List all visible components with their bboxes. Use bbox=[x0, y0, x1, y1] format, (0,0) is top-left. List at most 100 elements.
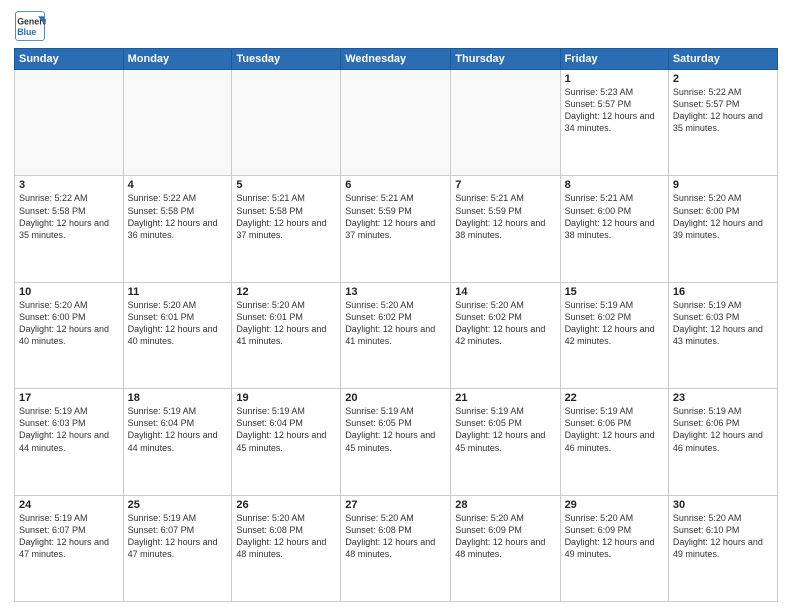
day-info: Sunrise: 5:19 AM Sunset: 6:06 PM Dayligh… bbox=[565, 405, 664, 454]
day-cell: 21Sunrise: 5:19 AM Sunset: 6:05 PM Dayli… bbox=[451, 389, 560, 495]
week-row-3: 10Sunrise: 5:20 AM Sunset: 6:00 PM Dayli… bbox=[15, 282, 778, 388]
day-cell: 27Sunrise: 5:20 AM Sunset: 6:08 PM Dayli… bbox=[341, 495, 451, 601]
day-number: 5 bbox=[236, 179, 336, 191]
weekday-header-wednesday: Wednesday bbox=[341, 49, 451, 70]
day-cell: 18Sunrise: 5:19 AM Sunset: 6:04 PM Dayli… bbox=[123, 389, 232, 495]
svg-text:Blue: Blue bbox=[17, 27, 36, 37]
day-number: 15 bbox=[565, 286, 664, 298]
logo-icon: General Blue bbox=[14, 10, 46, 42]
day-info: Sunrise: 5:22 AM Sunset: 5:58 PM Dayligh… bbox=[128, 192, 228, 241]
day-cell: 24Sunrise: 5:19 AM Sunset: 6:07 PM Dayli… bbox=[15, 495, 124, 601]
day-cell: 26Sunrise: 5:20 AM Sunset: 6:08 PM Dayli… bbox=[232, 495, 341, 601]
day-info: Sunrise: 5:20 AM Sunset: 6:10 PM Dayligh… bbox=[673, 512, 773, 561]
day-number: 14 bbox=[455, 286, 555, 298]
day-cell: 15Sunrise: 5:19 AM Sunset: 6:02 PM Dayli… bbox=[560, 282, 668, 388]
day-number: 18 bbox=[128, 392, 228, 404]
day-number: 13 bbox=[345, 286, 446, 298]
day-cell: 5Sunrise: 5:21 AM Sunset: 5:58 PM Daylig… bbox=[232, 176, 341, 282]
day-cell: 9Sunrise: 5:20 AM Sunset: 6:00 PM Daylig… bbox=[668, 176, 777, 282]
day-number: 29 bbox=[565, 499, 664, 511]
weekday-header-tuesday: Tuesday bbox=[232, 49, 341, 70]
weekday-header-thursday: Thursday bbox=[451, 49, 560, 70]
day-number: 8 bbox=[565, 179, 664, 191]
day-cell: 23Sunrise: 5:19 AM Sunset: 6:06 PM Dayli… bbox=[668, 389, 777, 495]
day-info: Sunrise: 5:19 AM Sunset: 6:03 PM Dayligh… bbox=[19, 405, 119, 454]
day-cell: 30Sunrise: 5:20 AM Sunset: 6:10 PM Dayli… bbox=[668, 495, 777, 601]
day-number: 2 bbox=[673, 73, 773, 85]
day-cell: 3Sunrise: 5:22 AM Sunset: 5:58 PM Daylig… bbox=[15, 176, 124, 282]
week-row-1: 1Sunrise: 5:23 AM Sunset: 5:57 PM Daylig… bbox=[15, 70, 778, 176]
day-cell bbox=[341, 70, 451, 176]
calendar-table: SundayMondayTuesdayWednesdayThursdayFrid… bbox=[14, 48, 778, 602]
day-info: Sunrise: 5:23 AM Sunset: 5:57 PM Dayligh… bbox=[565, 86, 664, 135]
day-number: 20 bbox=[345, 392, 446, 404]
day-number: 19 bbox=[236, 392, 336, 404]
day-cell: 20Sunrise: 5:19 AM Sunset: 6:05 PM Dayli… bbox=[341, 389, 451, 495]
day-info: Sunrise: 5:19 AM Sunset: 6:05 PM Dayligh… bbox=[345, 405, 446, 454]
day-info: Sunrise: 5:19 AM Sunset: 6:07 PM Dayligh… bbox=[128, 512, 228, 561]
day-number: 30 bbox=[673, 499, 773, 511]
day-cell: 11Sunrise: 5:20 AM Sunset: 6:01 PM Dayli… bbox=[123, 282, 232, 388]
day-cell: 14Sunrise: 5:20 AM Sunset: 6:02 PM Dayli… bbox=[451, 282, 560, 388]
day-info: Sunrise: 5:20 AM Sunset: 6:02 PM Dayligh… bbox=[455, 299, 555, 348]
day-info: Sunrise: 5:22 AM Sunset: 5:57 PM Dayligh… bbox=[673, 86, 773, 135]
day-cell: 10Sunrise: 5:20 AM Sunset: 6:00 PM Dayli… bbox=[15, 282, 124, 388]
day-number: 6 bbox=[345, 179, 446, 191]
week-row-5: 24 Sunrise: 5:19 AM Sunset: 6:07 PM Dayli… bbox=[15, 495, 778, 601]
day-info: Sunrise: 5:19 AM Sunset: 6:06 PM Dayligh… bbox=[673, 405, 773, 454]
weekday-header-friday: Friday bbox=[560, 49, 668, 70]
day-number: 28 bbox=[455, 499, 555, 511]
weekday-header-monday: Monday bbox=[123, 49, 232, 70]
day-cell: 28Sunrise: 5:20 AM Sunset: 6:09 PM Dayli… bbox=[451, 495, 560, 601]
day-cell: 12Sunrise: 5:20 AM Sunset: 6:01 PM Dayli… bbox=[232, 282, 341, 388]
day-number: 1 bbox=[565, 73, 664, 85]
day-cell bbox=[123, 70, 232, 176]
day-number: 24 bbox=[19, 499, 119, 511]
day-number: 11 bbox=[128, 286, 228, 298]
weekday-header-sunday: Sunday bbox=[15, 49, 124, 70]
day-number: 9 bbox=[673, 179, 773, 191]
day-cell: 4Sunrise: 5:22 AM Sunset: 5:58 PM Daylig… bbox=[123, 176, 232, 282]
day-info: Sunrise: 5:19 AM Sunset: 6:03 PM Dayligh… bbox=[673, 299, 773, 348]
day-number: 26 bbox=[236, 499, 336, 511]
day-cell: 6Sunrise: 5:21 AM Sunset: 5:59 PM Daylig… bbox=[341, 176, 451, 282]
page: General Blue SundayMondayTuesdayWednesda… bbox=[0, 0, 792, 612]
day-number: 22 bbox=[565, 392, 664, 404]
day-info: Sunrise: 5:20 AM Sunset: 6:00 PM Dayligh… bbox=[673, 192, 773, 241]
day-info: Sunrise: 5:19 AM Sunset: 6:02 PM Dayligh… bbox=[565, 299, 664, 348]
day-cell: 7Sunrise: 5:21 AM Sunset: 5:59 PM Daylig… bbox=[451, 176, 560, 282]
day-cell bbox=[15, 70, 124, 176]
day-info: Sunrise: 5:19 AM Sunset: 6:04 PM Dayligh… bbox=[236, 405, 336, 454]
week-row-2: 3Sunrise: 5:22 AM Sunset: 5:58 PM Daylig… bbox=[15, 176, 778, 282]
day-cell: 19Sunrise: 5:19 AM Sunset: 6:04 PM Dayli… bbox=[232, 389, 341, 495]
day-cell: 2Sunrise: 5:22 AM Sunset: 5:57 PM Daylig… bbox=[668, 70, 777, 176]
day-number: 3 bbox=[19, 179, 119, 191]
day-cell: 22Sunrise: 5:19 AM Sunset: 6:06 PM Dayli… bbox=[560, 389, 668, 495]
day-number: 17 bbox=[19, 392, 119, 404]
day-cell bbox=[232, 70, 341, 176]
day-info: Sunrise: 5:21 AM Sunset: 5:58 PM Dayligh… bbox=[236, 192, 336, 241]
day-info: Sunrise: 5:22 AM Sunset: 5:58 PM Dayligh… bbox=[19, 192, 119, 241]
day-info: Sunrise: 5:20 AM Sunset: 6:08 PM Dayligh… bbox=[345, 512, 446, 561]
day-info: Sunrise: 5:20 AM Sunset: 6:02 PM Dayligh… bbox=[345, 299, 446, 348]
weekday-header-row: SundayMondayTuesdayWednesdayThursdayFrid… bbox=[15, 49, 778, 70]
day-cell bbox=[451, 70, 560, 176]
day-number: 16 bbox=[673, 286, 773, 298]
day-cell: 13Sunrise: 5:20 AM Sunset: 6:02 PM Dayli… bbox=[341, 282, 451, 388]
day-number: 25 bbox=[128, 499, 228, 511]
day-number: 4 bbox=[128, 179, 228, 191]
day-info: Sunrise: 5:20 AM Sunset: 6:09 PM Dayligh… bbox=[565, 512, 664, 561]
day-info: Sunrise: 5:20 AM Sunset: 6:00 PM Dayligh… bbox=[19, 299, 119, 348]
weekday-header-saturday: Saturday bbox=[668, 49, 777, 70]
day-info: Sunrise: 5:21 AM Sunset: 5:59 PM Dayligh… bbox=[345, 192, 446, 241]
day-info: Sunrise: 5:20 AM Sunset: 6:08 PM Dayligh… bbox=[236, 512, 336, 561]
day-number: 21 bbox=[455, 392, 555, 404]
day-number: 23 bbox=[673, 392, 773, 404]
day-cell: 16Sunrise: 5:19 AM Sunset: 6:03 PM Dayli… bbox=[668, 282, 777, 388]
day-number: 12 bbox=[236, 286, 336, 298]
day-number: 7 bbox=[455, 179, 555, 191]
logo: General Blue bbox=[14, 10, 48, 42]
day-info: Sunrise: 5:21 AM Sunset: 5:59 PM Dayligh… bbox=[455, 192, 555, 241]
header: General Blue bbox=[14, 10, 778, 42]
day-cell: 8Sunrise: 5:21 AM Sunset: 6:00 PM Daylig… bbox=[560, 176, 668, 282]
